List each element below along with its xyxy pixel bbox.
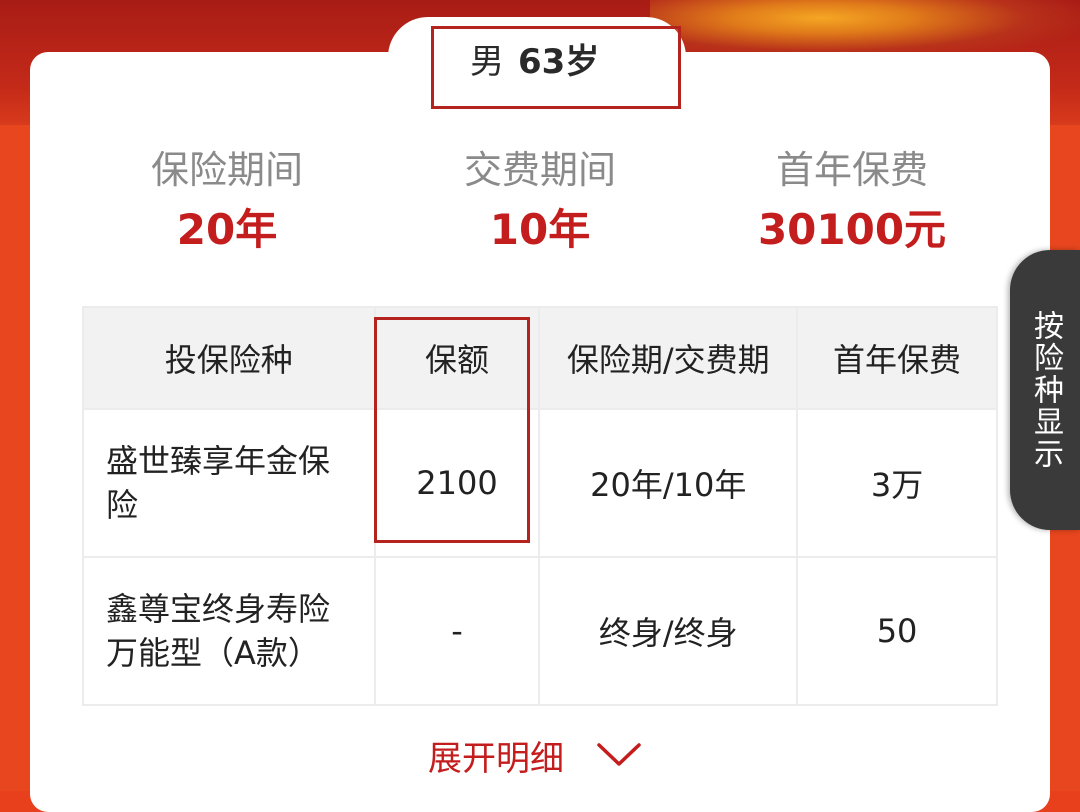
- summary-value: 20年: [176, 205, 278, 254]
- cell-amount: 2100: [373, 408, 541, 558]
- product-name-line: 万能型（A款）: [106, 634, 320, 672]
- summary-first-year-premium: 首年保费 30100元: [702, 148, 1002, 258]
- cell-amount: -: [373, 556, 541, 706]
- group-by-product-label[interactable]: 按险种显示: [1010, 300, 1080, 480]
- column-header-product: 投保险种: [82, 306, 376, 410]
- summary-value: 10年: [489, 205, 591, 254]
- product-name-line: 险: [106, 486, 139, 524]
- summary-coverage-period: 保险期间 20年: [77, 148, 377, 258]
- table-header-row: 投保险种 保额 保险期/交费期 首年保费: [82, 306, 998, 410]
- table-row: 鑫尊宝终身寿险 万能型（A款） - 终身/终身 50: [82, 556, 998, 706]
- cell-product: 盛世臻享年金保 险: [82, 408, 376, 558]
- cell-premium: 3万: [796, 408, 998, 558]
- summary-label: 首年保费: [775, 148, 928, 192]
- chevron-down-icon: [597, 743, 641, 766]
- expand-details-label: 展开明细: [428, 738, 564, 779]
- summary-label: 保险期间: [150, 148, 303, 192]
- product-name-line: 盛世臻享年金保: [106, 442, 331, 480]
- column-header-premium: 首年保费: [796, 306, 998, 410]
- cell-product: 鑫尊宝终身寿险 万能型（A款）: [82, 556, 376, 706]
- column-header-period: 保险期/交费期: [538, 306, 799, 410]
- column-header-amount: 保额: [373, 306, 541, 410]
- profile-highlight-box: [431, 26, 681, 109]
- summary-label: 交费期间: [463, 148, 616, 192]
- cell-premium: 50: [796, 556, 998, 706]
- decorative-banner-image: [650, 0, 1080, 60]
- expand-details-button[interactable]: 展开明细: [428, 730, 642, 780]
- summary-payment-period: 交费期间 10年: [390, 148, 690, 258]
- table-row: 盛世臻享年金保 险 2100 20年/10年 3万: [82, 408, 998, 558]
- cell-period: 终身/终身: [538, 556, 799, 706]
- product-name-line: 鑫尊宝终身寿险: [106, 590, 331, 628]
- coverage-table: 投保险种 保额 保险期/交费期 首年保费 盛世臻享年金保 险 2100 20年/…: [82, 306, 998, 706]
- cell-period: 20年/10年: [538, 408, 799, 558]
- summary-value: 30100元: [757, 205, 947, 254]
